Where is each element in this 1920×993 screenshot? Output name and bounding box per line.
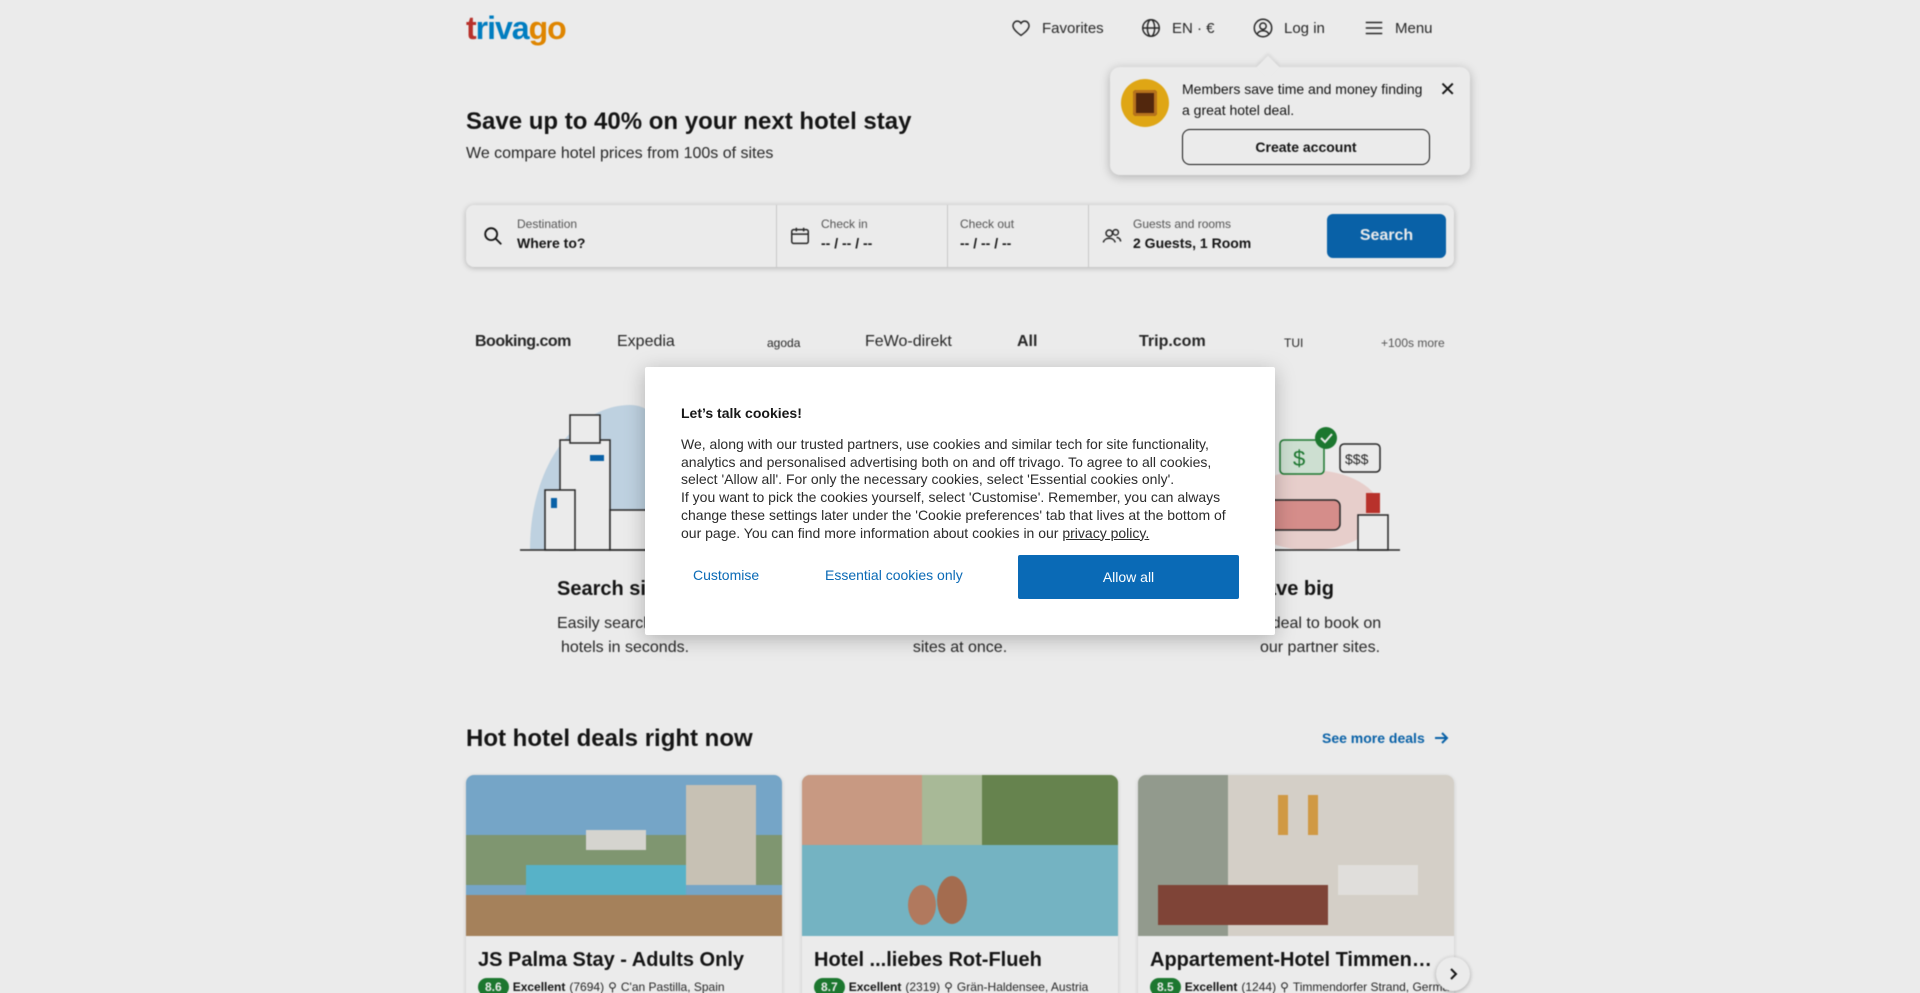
cookie-dialog-body: We, along with our trusted partners, use… (681, 436, 1247, 542)
cookie-body-paragraph-1: We, along with our trusted partners, use… (681, 436, 1212, 488)
customise-button[interactable]: Customise (693, 567, 759, 583)
cookie-body-paragraph-2: If you want to pick the cookies yourself… (681, 489, 1247, 542)
allow-all-button[interactable]: Allow all (1018, 555, 1239, 599)
essential-cookies-button[interactable]: Essential cookies only (825, 567, 963, 583)
cookie-dialog-title: Let’s talk cookies! (681, 405, 802, 421)
trivago-home-page: trivago Favorites EN · € Log in Menu Mem… (0, 0, 1920, 993)
privacy-policy-link[interactable]: privacy policy. (1062, 525, 1149, 541)
cookie-consent-dialog: Let’s talk cookies! We, along with our t… (645, 367, 1275, 635)
